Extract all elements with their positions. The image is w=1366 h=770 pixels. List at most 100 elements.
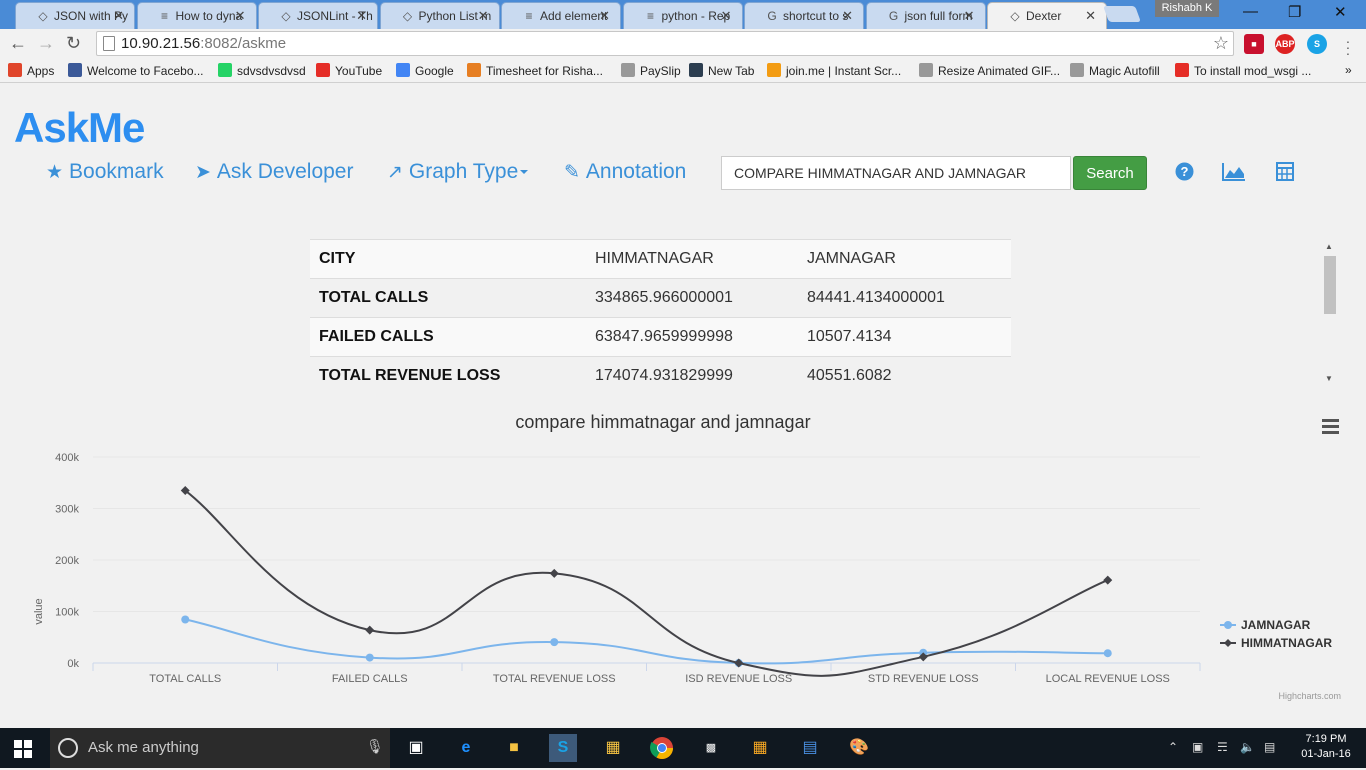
dexter-icon: ◇ bbox=[1010, 9, 1020, 23]
bookmark-star-icon[interactable]: ☆ bbox=[1213, 33, 1229, 54]
x-tick-label: TOTAL REVENUE LOSS bbox=[493, 673, 616, 685]
x-tick-label: ISD REVENUE LOSS bbox=[685, 673, 792, 685]
bookmark-item[interactable]: YouTube bbox=[316, 63, 382, 78]
table-scrollbar[interactable]: ▲ ▼ bbox=[1322, 242, 1337, 384]
close-tab-icon[interactable]: ✕ bbox=[599, 8, 610, 24]
bookmark-item[interactable]: join.me | Instant Scr... bbox=[767, 63, 901, 78]
nav-annotation-label: Annotation bbox=[585, 160, 687, 183]
bookmark-item[interactable]: Apps bbox=[8, 63, 54, 78]
close-tab-icon[interactable]: ✕ bbox=[964, 8, 975, 24]
skype-extension-icon[interactable]: S bbox=[1307, 34, 1327, 54]
close-tab-icon[interactable]: ✕ bbox=[113, 8, 124, 24]
reload-icon[interactable]: ↻ bbox=[66, 33, 81, 53]
bookmark-item[interactable]: Welcome to Facebo... bbox=[68, 63, 204, 78]
forward-icon[interactable]: → bbox=[37, 33, 55, 53]
page-icon bbox=[919, 63, 933, 77]
browser-tab[interactable]: ◇ JSONLint - Th ✕ bbox=[258, 2, 378, 29]
restore-icon[interactable]: ❐ bbox=[1288, 3, 1301, 21]
search-button[interactable]: Search bbox=[1073, 156, 1147, 190]
close-window-icon[interactable]: ✕ bbox=[1334, 3, 1347, 21]
browser-tab[interactable]: ◇ Dexter ✕ bbox=[987, 2, 1107, 29]
table-cell: 84441.4134000001 bbox=[798, 278, 1011, 318]
search-input[interactable] bbox=[721, 156, 1071, 190]
scroll-down-icon[interactable]: ▼ bbox=[1325, 374, 1333, 383]
close-tab-icon[interactable]: ✕ bbox=[842, 8, 853, 24]
more-bookmarks-icon[interactable]: » bbox=[1345, 63, 1352, 77]
chrome-taskbar-icon[interactable] bbox=[648, 734, 676, 762]
volume-icon[interactable]: 🔈 bbox=[1240, 740, 1255, 754]
minimize-icon[interactable]: — bbox=[1243, 3, 1258, 20]
bookmark-item[interactable]: Google bbox=[396, 63, 454, 78]
bookmark-label: Magic Autofill bbox=[1089, 64, 1160, 78]
browser-toolbar: ← → ↻ 10.90.21.56:8082/askme ☆ ■ ABP S .… bbox=[0, 29, 1366, 59]
new-tab-button[interactable] bbox=[1103, 6, 1141, 22]
tab-title: shortcut to s bbox=[783, 9, 849, 23]
legend-item[interactable]: HIMMATNAGAR bbox=[1241, 636, 1332, 650]
browser-tab[interactable]: Gjson full form ✕ bbox=[865, 2, 986, 29]
extension-train-icon[interactable]: ■ bbox=[1244, 34, 1264, 54]
close-tab-icon[interactable]: ✕ bbox=[356, 8, 367, 24]
nav-graph-type[interactable]: ↗ Graph Type bbox=[387, 160, 529, 184]
back-icon[interactable]: ← bbox=[9, 33, 27, 53]
file-explorer-icon[interactable]: ▦ bbox=[599, 734, 627, 762]
bookmark-item[interactable]: Magic Autofill bbox=[1070, 63, 1160, 78]
bookmark-item[interactable]: New Tab bbox=[689, 63, 754, 78]
stackoverflow-icon: ≡ bbox=[525, 9, 533, 23]
tray-expand-icon[interactable]: ⌃ bbox=[1168, 740, 1178, 754]
askme-logo[interactable]: AskMe bbox=[14, 104, 145, 152]
series-line-himmatnagar bbox=[184, 489, 1109, 677]
stackoverflow-icon: ≡ bbox=[646, 9, 654, 23]
address-bar[interactable]: 10.90.21.56:8082/askme ☆ bbox=[96, 31, 1234, 56]
json-icon: ◇ bbox=[281, 9, 291, 23]
close-tab-icon[interactable]: ✕ bbox=[478, 8, 489, 24]
bookmark-item[interactable]: Timesheet for Risha... bbox=[467, 63, 603, 78]
bookmark-label: Welcome to Facebo... bbox=[87, 64, 204, 78]
browser-tab[interactable]: ≡ How to dyna ✕ bbox=[136, 2, 257, 29]
browser-tab[interactable]: ◇ JSON with Py ✕ bbox=[15, 2, 135, 29]
table-cell: 174074.931829999 bbox=[586, 356, 798, 396]
scroll-up-icon[interactable]: ▲ bbox=[1325, 242, 1333, 251]
json-icon: ◇ bbox=[402, 9, 413, 23]
scrollbar-thumb[interactable] bbox=[1324, 256, 1336, 314]
skype-taskbar-icon[interactable]: S bbox=[549, 734, 577, 762]
browser-tab[interactable]: ≡ python - Rep ✕ bbox=[622, 2, 743, 29]
legend-item[interactable]: JAMNAGAR bbox=[1241, 618, 1311, 632]
paper-plane-icon: ➤ bbox=[195, 162, 211, 183]
wifi-icon[interactable]: ☴ bbox=[1217, 740, 1228, 754]
edge-browser-icon[interactable]: e bbox=[452, 734, 480, 762]
taskbar-clock[interactable]: 7:19 PM 01-Jan-16 bbox=[1296, 732, 1356, 762]
askme-page: AskMe ★ Bookmark ➤ Ask Developer ↗ Graph Ty… bbox=[0, 84, 1366, 728]
word-document-icon[interactable]: ▤ bbox=[796, 734, 824, 762]
action-center-icon[interactable]: ▤ bbox=[1264, 740, 1275, 754]
browser-tab[interactable]: ◇ Python List m ✕ bbox=[379, 2, 500, 29]
windows-start-icon[interactable] bbox=[14, 740, 32, 758]
highcharts-credit: Highcharts.com bbox=[1278, 691, 1341, 701]
help-icon[interactable]: ? bbox=[1175, 162, 1194, 187]
cortana-search-box[interactable]: Ask me anything 🎙 bbox=[50, 728, 390, 768]
bookmark-item[interactable]: PaySlip bbox=[621, 63, 681, 78]
paint-icon[interactable]: 🎨 bbox=[845, 734, 873, 762]
adblock-plus-icon[interactable]: ABP bbox=[1275, 34, 1295, 54]
area-chart-icon[interactable] bbox=[1222, 162, 1246, 187]
browser-tab[interactable]: ≡ Add element ✕ bbox=[501, 2, 621, 29]
profile-button[interactable]: Rishabh K bbox=[1155, 0, 1219, 17]
calculator-icon[interactable] bbox=[1276, 162, 1294, 187]
task-view-icon[interactable]: ▣ bbox=[402, 734, 430, 762]
close-tab-icon[interactable]: ✕ bbox=[721, 8, 732, 24]
close-tab-icon[interactable]: ✕ bbox=[235, 8, 246, 24]
nav-bookmark[interactable]: ★ Bookmark bbox=[46, 160, 164, 184]
battery-icon[interactable]: ▣ bbox=[1192, 740, 1203, 754]
y-tick-label: 100k bbox=[55, 607, 79, 619]
terminal-icon[interactable]: ▩ bbox=[697, 734, 725, 762]
bookmark-item[interactable]: sdvsdvsdvsd bbox=[218, 63, 306, 78]
microphone-icon[interactable]: 🎙 bbox=[366, 738, 384, 755]
bookmark-item[interactable]: To install mod_wsgi ... bbox=[1175, 63, 1311, 78]
chrome-menu-icon[interactable]: ... bbox=[1346, 31, 1350, 57]
bookmark-item[interactable]: Resize Animated GIF... bbox=[919, 63, 1060, 78]
file-folder-icon[interactable]: ■ bbox=[500, 734, 528, 762]
sublime-text-icon[interactable]: ▦ bbox=[746, 734, 774, 762]
close-tab-icon[interactable]: ✕ bbox=[1085, 8, 1096, 24]
browser-tab[interactable]: Gshortcut to s ✕ bbox=[744, 2, 864, 29]
nav-annotation[interactable]: ✎ Annotation bbox=[564, 160, 686, 184]
nav-ask-developer[interactable]: ➤ Ask Developer bbox=[195, 160, 353, 184]
